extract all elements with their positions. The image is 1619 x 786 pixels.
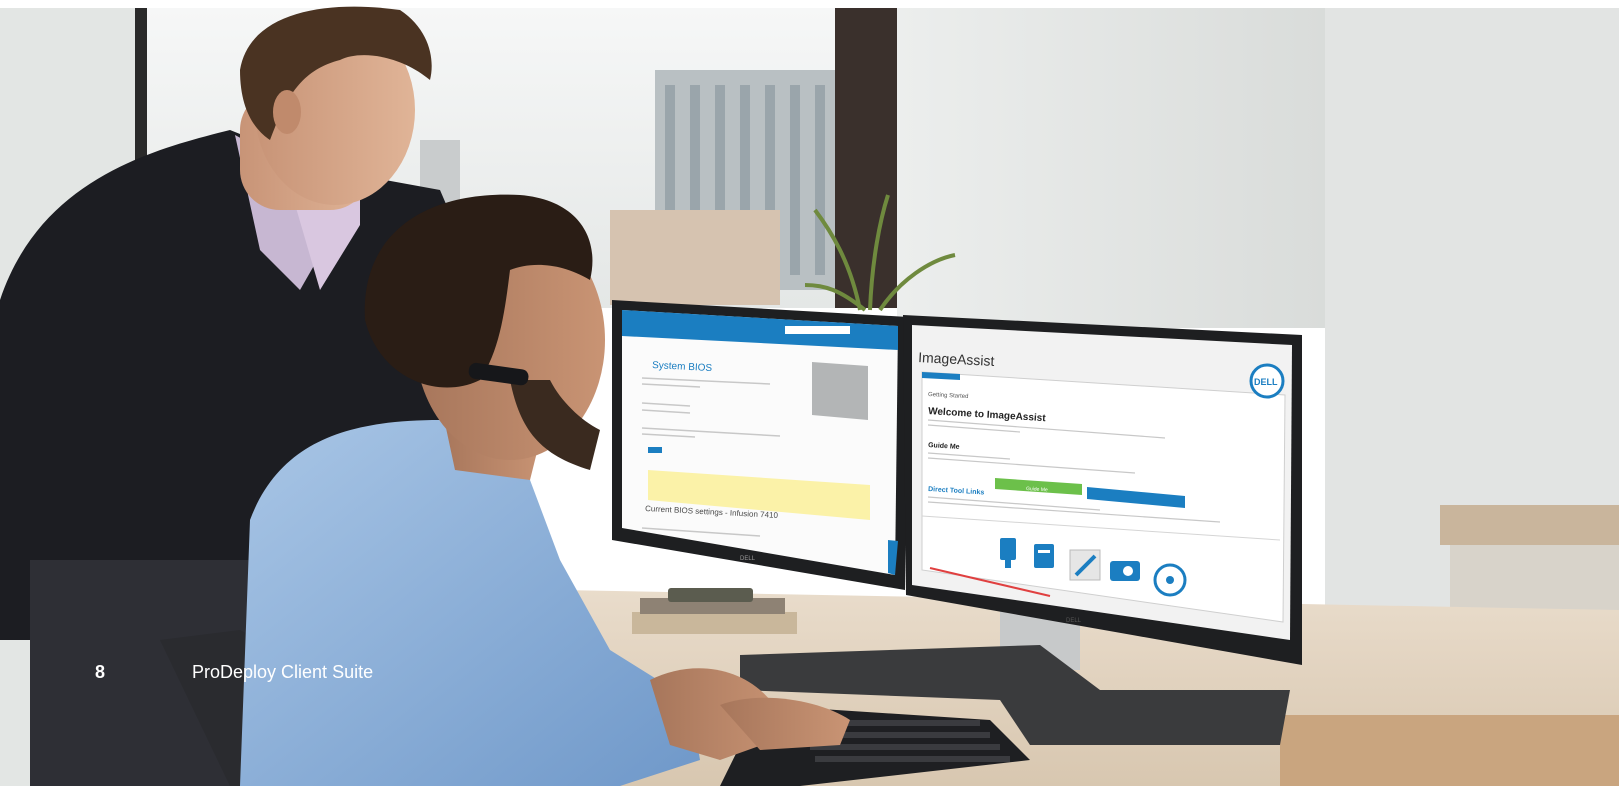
disc-icon[interactable]	[1153, 563, 1187, 597]
paper-tray	[1280, 715, 1619, 786]
building-brown	[610, 210, 780, 305]
apply-button[interactable]	[648, 447, 662, 453]
right-wall	[897, 8, 1325, 328]
document-title: ProDeploy Client Suite	[192, 662, 374, 682]
book	[632, 612, 797, 634]
dell-logo-right: DELL	[1066, 618, 1082, 624]
page-number: 8	[95, 662, 106, 682]
photo-scene: System BIOS Current BIOS settings - Infu…	[0, 0, 1619, 786]
phone	[668, 588, 753, 602]
side-shelf	[1440, 505, 1619, 545]
dell-brand-text: DELL	[1254, 377, 1278, 387]
pencil-icon[interactable]	[1069, 549, 1101, 581]
window-frame-left	[135, 8, 147, 178]
dell-logo-left: DELL	[740, 556, 756, 562]
search-box[interactable]	[785, 326, 850, 334]
sidebar-box	[812, 362, 868, 420]
camera-icon[interactable]	[1110, 561, 1140, 581]
copy-icon[interactable]	[1034, 544, 1054, 568]
